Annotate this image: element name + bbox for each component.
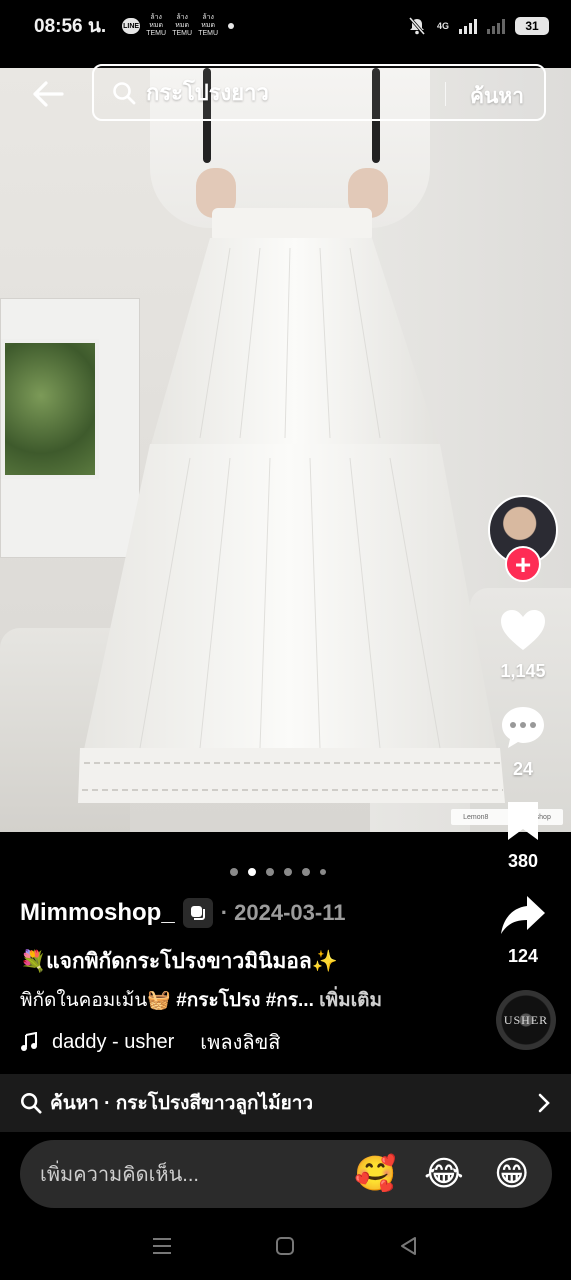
recents-icon[interactable] bbox=[151, 1236, 173, 1256]
pagination-dot bbox=[320, 869, 326, 875]
mute-icon bbox=[408, 17, 426, 35]
chevron-right-icon bbox=[538, 1093, 550, 1113]
stack-icon bbox=[190, 906, 205, 920]
status-time: 08:56 น. bbox=[34, 16, 107, 37]
save-count: 380 bbox=[507, 851, 539, 871]
like-button[interactable]: 1,145 bbox=[488, 608, 558, 682]
pagination-dot bbox=[230, 868, 238, 876]
battery-icon: 31 bbox=[515, 17, 549, 35]
comment-button[interactable]: 24 bbox=[488, 704, 558, 780]
signal-icon-sim2 bbox=[487, 18, 505, 34]
hashtags[interactable]: #กระโปรง #กร... bbox=[176, 990, 314, 1011]
see-more-link[interactable]: เพิ่มเติม bbox=[319, 990, 382, 1011]
music-row[interactable]: daddy - usher เพลงลิขสิ bbox=[20, 1026, 280, 1058]
share-count: 124 bbox=[507, 946, 539, 966]
notification-icons: LINE ล้างหมด TEMU ล้างหมด TEMU ล้างหมด T… bbox=[122, 14, 235, 38]
share-icon bbox=[501, 896, 545, 934]
post-title: 💐แจกพิกัดกระโปรงขาวมินิมอล✨ bbox=[20, 950, 338, 973]
comment-input[interactable]: เพิ่มความคิดเห็น... bbox=[20, 1140, 552, 1208]
search-submit-button[interactable]: ค้นหา bbox=[470, 80, 524, 113]
author-row: Mimmoshop_ · 2024-03-11 bbox=[20, 898, 345, 928]
pagination-dot bbox=[266, 868, 274, 876]
emoji-grin-button[interactable]: 😁 bbox=[494, 1154, 529, 1194]
back-triangle-icon[interactable] bbox=[398, 1235, 420, 1257]
signal-icon bbox=[459, 18, 477, 34]
post-image[interactable] bbox=[0, 68, 571, 832]
emoji-hearts-button[interactable]: 🥰 bbox=[354, 1154, 396, 1194]
more-notifications-dot bbox=[228, 23, 235, 29]
search-icon bbox=[113, 81, 136, 104]
follow-button[interactable]: + bbox=[505, 546, 541, 582]
emoji-laugh-button[interactable]: 😂 bbox=[424, 1154, 464, 1194]
temu-notification-icon: ล้างหมด TEMU bbox=[146, 14, 167, 37]
white-skirt bbox=[78, 208, 505, 803]
bookmark-icon bbox=[508, 802, 538, 840]
system-nav-bar bbox=[0, 1212, 571, 1280]
post-caption[interactable]: พิกัดในคอมเม้น🧺 #กระโปรง #กร... เพิ่มเติ… bbox=[20, 985, 382, 1015]
back-arrow-icon bbox=[33, 81, 64, 107]
pagination-dot bbox=[284, 868, 292, 876]
heart-icon bbox=[501, 610, 545, 650]
back-button[interactable] bbox=[28, 74, 68, 114]
like-count: 1,145 bbox=[500, 661, 546, 681]
image-pagination bbox=[230, 868, 326, 876]
home-icon[interactable] bbox=[274, 1235, 296, 1257]
status-bar: 08:56 น. LINE ล้างหมด TEMU ล้างหมด TEMU … bbox=[0, 0, 571, 52]
line-app-icon: LINE bbox=[122, 18, 141, 34]
music-disc[interactable]: USHER bbox=[496, 990, 556, 1050]
pagination-dot bbox=[248, 868, 256, 876]
collection-badge bbox=[182, 898, 213, 928]
lyrics-label: เพลงลิขสิ bbox=[200, 1032, 281, 1054]
comment-icon bbox=[502, 707, 544, 748]
share-button[interactable]: 124 bbox=[488, 893, 558, 967]
search-icon bbox=[21, 1093, 42, 1114]
search-query[interactable]: กระโปรงยาว bbox=[146, 75, 269, 110]
temu-notification-icon: ล้างหมด TEMU bbox=[198, 14, 219, 37]
comment-count: 24 bbox=[512, 759, 534, 779]
search-bar[interactable]: กระโปรงยาว ค้นหา bbox=[92, 64, 546, 121]
song-title: daddy - usher bbox=[52, 1030, 175, 1053]
save-button[interactable]: 380 bbox=[488, 800, 558, 872]
network-type: 4G bbox=[436, 21, 449, 31]
related-search-bar[interactable]: ค้นหา · กระโปรงสีขาวลูกไม้ยาว bbox=[0, 1074, 571, 1132]
post-date: · 2024-03-11 bbox=[220, 900, 346, 925]
author-name[interactable]: Mimmoshop_ bbox=[20, 899, 175, 927]
temu-notification-icon: ล้างหมด TEMU bbox=[172, 14, 193, 37]
comment-placeholder: เพิ่มความคิดเห็น... bbox=[40, 1164, 199, 1186]
music-note-icon bbox=[21, 1032, 37, 1051]
pagination-dot bbox=[302, 868, 310, 876]
related-search-text: ค้นหา · กระโปรงสีขาวลูกไม้ยาว bbox=[50, 1093, 314, 1114]
